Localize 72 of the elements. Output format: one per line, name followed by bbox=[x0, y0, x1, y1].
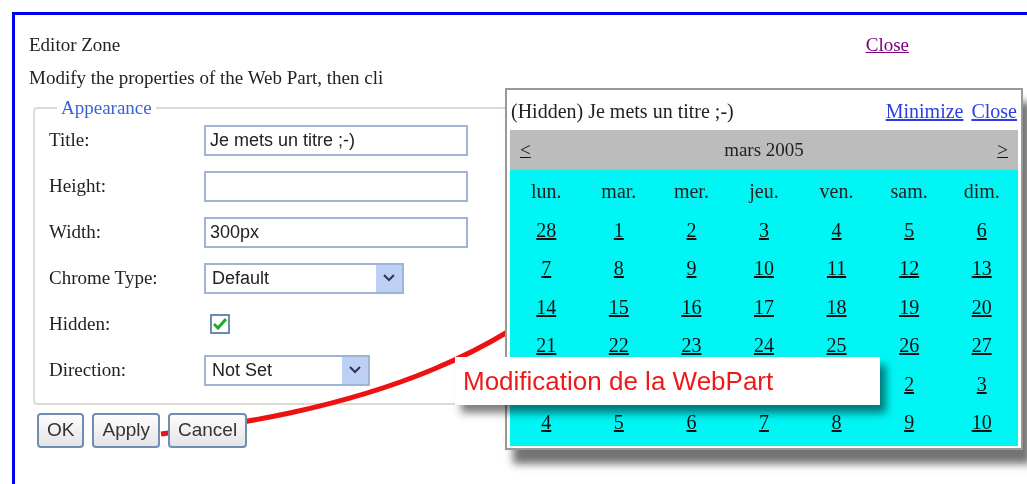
day-link[interactable]: 2 bbox=[904, 372, 915, 395]
day-link[interactable]: 2 bbox=[686, 218, 697, 241]
day-link[interactable]: 18 bbox=[826, 295, 847, 318]
day-link[interactable]: 3 bbox=[759, 218, 769, 241]
day-link[interactable]: 10 bbox=[754, 257, 774, 279]
day-link[interactable]: 25 bbox=[826, 334, 847, 356]
day-link[interactable]: 5 bbox=[904, 218, 915, 241]
day-link[interactable]: 23 bbox=[681, 334, 702, 356]
weekday-label: sam. bbox=[890, 180, 928, 202]
day-link[interactable]: 17 bbox=[754, 295, 774, 318]
day-link[interactable]: 6 bbox=[976, 218, 987, 241]
day-link[interactable]: 21 bbox=[536, 334, 557, 356]
zone-title: Editor Zone bbox=[29, 33, 121, 57]
day-link[interactable]: 5 bbox=[613, 411, 624, 433]
day-link[interactable]: 8 bbox=[831, 411, 842, 433]
day-link[interactable]: 20 bbox=[971, 295, 992, 318]
day-link[interactable]: 3 bbox=[976, 372, 987, 395]
checkbox[interactable] bbox=[210, 314, 230, 334]
day-link[interactable]: 8 bbox=[613, 257, 624, 279]
caret-icon bbox=[349, 366, 361, 374]
day-link[interactable]: 10 bbox=[971, 411, 992, 433]
day-link[interactable]: 12 bbox=[899, 257, 920, 279]
day-link[interactable]: 16 bbox=[681, 295, 702, 318]
day-link[interactable]: 7 bbox=[541, 257, 552, 279]
text-field[interactable]: 300px bbox=[204, 216, 468, 248]
field-label: Height: bbox=[49, 173, 107, 198]
text-field[interactable]: Je mets un titre ;-) bbox=[204, 124, 468, 156]
dropdown[interactable]: Not Set bbox=[204, 354, 370, 386]
day-link[interactable]: 15 bbox=[608, 295, 629, 318]
dropdown[interactable]: Default bbox=[204, 262, 404, 294]
button[interactable]: Apply bbox=[92, 413, 160, 448]
weekday-label: lun. bbox=[531, 180, 562, 202]
field-label: Title: bbox=[49, 127, 91, 152]
weekday-label: mer. bbox=[673, 180, 709, 202]
previous-month-link[interactable]: < bbox=[520, 135, 531, 165]
day-link[interactable]: 1 bbox=[613, 218, 624, 241]
callout-text: Modification de la WebPart bbox=[463, 364, 774, 398]
verb-link[interactable]: Close bbox=[971, 96, 1017, 126]
day-link[interactable]: 9 bbox=[904, 411, 915, 433]
verb-link[interactable]: Minimize bbox=[885, 96, 964, 126]
weekday-label: mar. bbox=[601, 180, 637, 202]
day-link[interactable]: 22 bbox=[608, 334, 629, 356]
day-link[interactable]: 9 bbox=[686, 257, 697, 279]
day-link[interactable]: 26 bbox=[899, 334, 920, 356]
button[interactable]: OK bbox=[37, 413, 85, 448]
day-link[interactable]: 28 bbox=[536, 218, 557, 241]
instructions-text: Modify the properties of the Web Part, then cli bbox=[29, 65, 385, 90]
day-link[interactable]: 19 bbox=[899, 295, 920, 318]
day-link[interactable]: 11 bbox=[826, 257, 847, 279]
day-link[interactable]: 4 bbox=[831, 218, 842, 241]
day-link[interactable]: 13 bbox=[971, 257, 992, 279]
caret-icon bbox=[383, 274, 395, 282]
group-legend: Appearance bbox=[57, 98, 156, 117]
text-field[interactable] bbox=[204, 170, 468, 202]
field-label: Direction: bbox=[49, 357, 128, 382]
web-part-title: (Hidden) Je mets un titre ;-) bbox=[511, 99, 734, 125]
day-link[interactable]: 4 bbox=[541, 411, 552, 433]
day-link[interactable]: 6 bbox=[686, 411, 697, 433]
button[interactable]: Cancel bbox=[168, 413, 248, 448]
day-link[interactable]: 14 bbox=[536, 295, 557, 318]
day-link[interactable]: 27 bbox=[971, 334, 992, 356]
field-label: Chrome Type: bbox=[49, 265, 159, 290]
weekday-label: dim. bbox=[963, 180, 1000, 202]
field-label: Hidden: bbox=[49, 311, 112, 336]
close-link[interactable]: Close bbox=[865, 31, 909, 60]
month-title: mars 2005 bbox=[724, 137, 804, 162]
weekday-label: jeu. bbox=[749, 180, 779, 202]
weekday-label: ven. bbox=[819, 180, 854, 202]
field-label: Width: bbox=[49, 219, 102, 244]
day-link[interactable]: 24 bbox=[754, 334, 774, 356]
day-link[interactable]: 7 bbox=[759, 411, 769, 433]
next-month-link[interactable]: > bbox=[997, 135, 1008, 165]
